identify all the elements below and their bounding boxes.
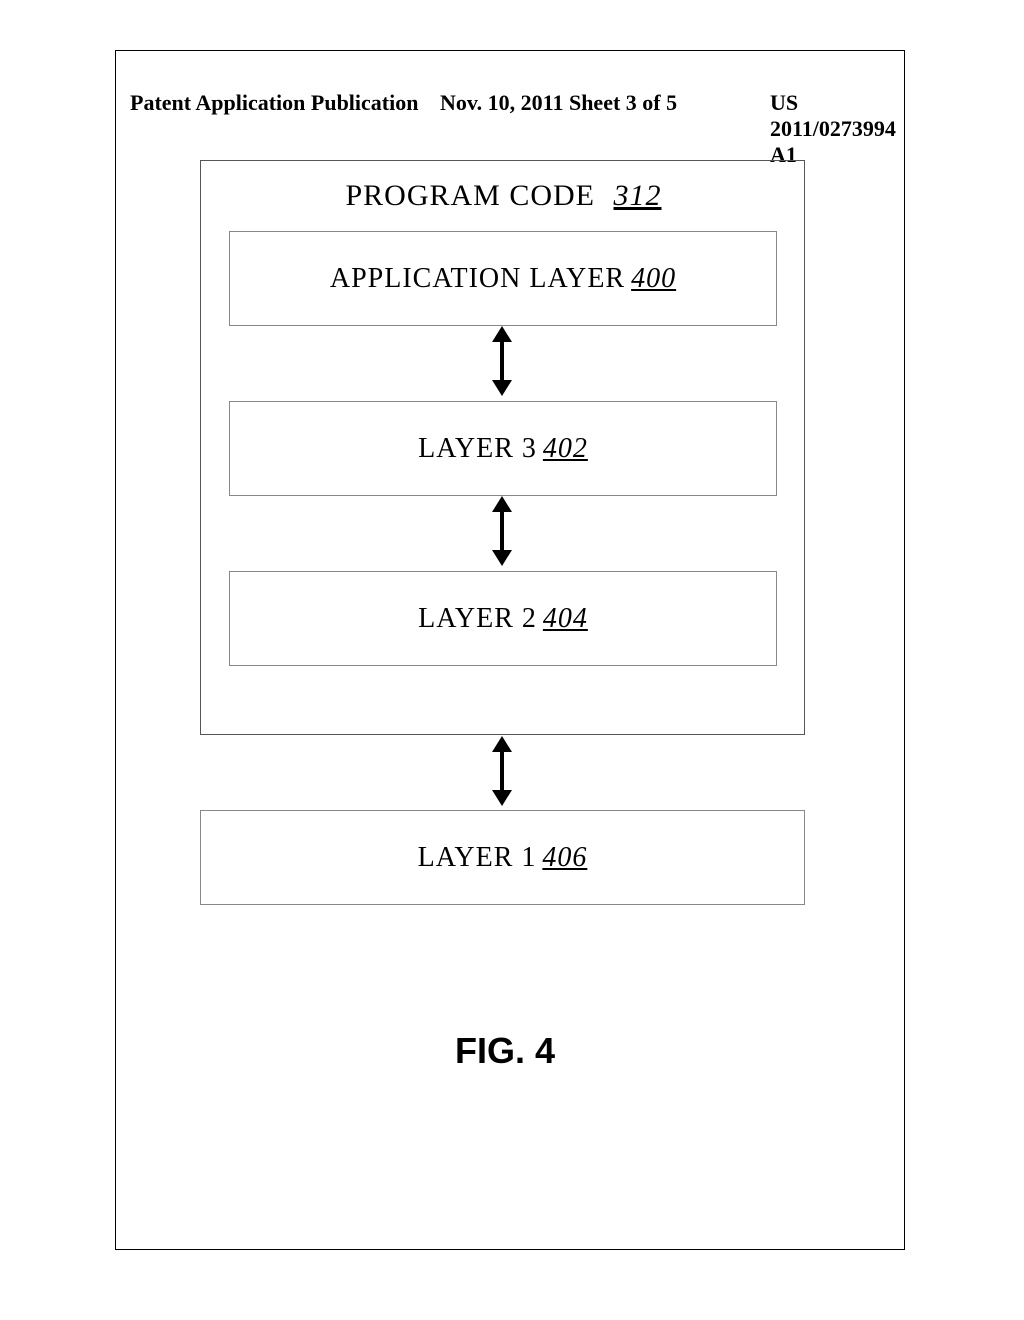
layer-3-box: LAYER 3 402 (229, 401, 777, 496)
double-arrow-icon (500, 510, 504, 552)
layer-2-label: LAYER 2 (418, 603, 537, 635)
application-layer-ref: 400 (631, 263, 676, 295)
layer-1-label: LAYER 1 (418, 842, 537, 874)
application-layer-label: APPLICATION LAYER (330, 263, 625, 295)
program-code-title: PROGRAM CODE 312 (201, 179, 806, 213)
layer-1-box: LAYER 1 406 (200, 810, 805, 905)
header-right: US 2011/0273994 A1 (770, 90, 896, 168)
layer-2-box: LAYER 2 404 (229, 571, 777, 666)
header-mid: Nov. 10, 2011 Sheet 3 of 5 (440, 90, 677, 116)
double-arrow-icon (500, 750, 504, 792)
layer-3-ref: 402 (543, 433, 588, 465)
layer-3-label: LAYER 3 (418, 433, 537, 465)
program-code-label: PROGRAM CODE (345, 179, 595, 212)
page: Patent Application Publication Nov. 10, … (0, 0, 1024, 1320)
double-arrow-icon (500, 340, 504, 382)
figure-label: FIG. 4 (200, 1030, 810, 1072)
program-code-ref: 312 (614, 179, 662, 212)
layer-2-ref: 404 (543, 603, 588, 635)
header-left: Patent Application Publication (130, 90, 418, 116)
program-code-box: PROGRAM CODE 312 APPLICATION LAYER 400 L… (200, 160, 805, 735)
layer-1-ref: 406 (542, 842, 587, 874)
application-layer-box: APPLICATION LAYER 400 (229, 231, 777, 326)
